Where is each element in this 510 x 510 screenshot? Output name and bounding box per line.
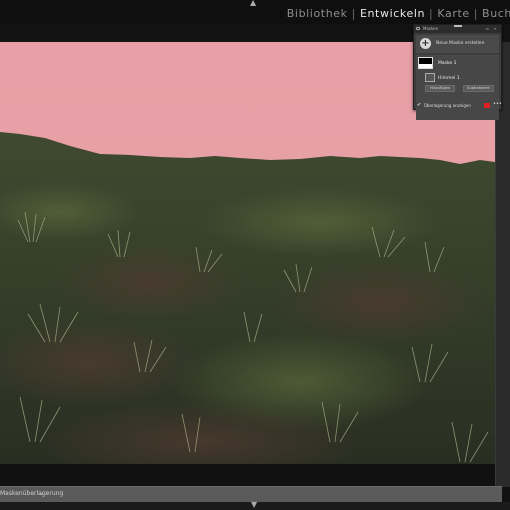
subtract-mask-button[interactable]: Subtrahieren xyxy=(463,85,494,92)
module-separator: | xyxy=(473,7,479,20)
masks-panel: Masken ▫ » + Neue Maske erstellen Maske … xyxy=(413,24,502,120)
mask-thumbnail xyxy=(418,57,433,69)
module-library[interactable]: Bibliothek xyxy=(287,7,348,20)
collapse-bottom-panel-icon[interactable]: ▼ xyxy=(251,500,257,509)
module-picker: Bibliothek | Entwickeln | Karte | Buch xyxy=(287,7,510,20)
module-develop[interactable]: Entwickeln xyxy=(360,7,425,20)
minimize-icon[interactable]: ▫ xyxy=(486,26,489,31)
canvas-bottom-strip xyxy=(0,464,495,486)
new-mask-label: Neue Maske erstellen xyxy=(436,41,485,46)
show-overlay-label: Überlagerung anzeigen xyxy=(424,103,471,108)
overlay-row: ✔ Überlagerung anzeigen ••• xyxy=(416,101,502,109)
mask-overlay-label[interactable]: Maskenüberlagerung xyxy=(0,490,63,497)
module-book[interactable]: Buch xyxy=(482,7,510,20)
show-overlay-checkbox[interactable]: ✔ xyxy=(417,102,421,108)
sky-icon xyxy=(425,73,435,82)
module-separator: | xyxy=(351,7,356,20)
add-mask-button[interactable]: Hinzufügen xyxy=(425,85,455,92)
drag-handle[interactable] xyxy=(454,25,462,27)
overlay-color-swatch[interactable] xyxy=(484,103,490,108)
mask-component-name: Himmel 1 xyxy=(438,76,460,81)
plus-icon: + xyxy=(420,38,431,49)
new-mask-button[interactable]: + Neue Maske erstellen xyxy=(416,35,499,53)
pin-icon[interactable]: » xyxy=(494,26,496,31)
mask-icon xyxy=(416,27,420,30)
module-separator: | xyxy=(429,7,434,20)
module-bar: ▲ Bibliothek | Entwickeln | Karte | Buch xyxy=(0,0,510,24)
masks-panel-header[interactable]: Masken ▫ » xyxy=(414,25,501,33)
collapse-top-panel-icon[interactable]: ▲ xyxy=(250,0,256,7)
more-options-icon[interactable]: ••• xyxy=(493,101,502,107)
mask-list: Maske 1 Himmel 1 Hinzufügen Subtrahieren xyxy=(416,55,499,120)
chevron-down-icon[interactable]: ⌄ xyxy=(39,490,44,497)
masks-panel-title: Masken xyxy=(423,26,439,31)
mask-name: Maske 1 xyxy=(438,61,457,66)
module-map[interactable]: Karte xyxy=(437,7,469,20)
